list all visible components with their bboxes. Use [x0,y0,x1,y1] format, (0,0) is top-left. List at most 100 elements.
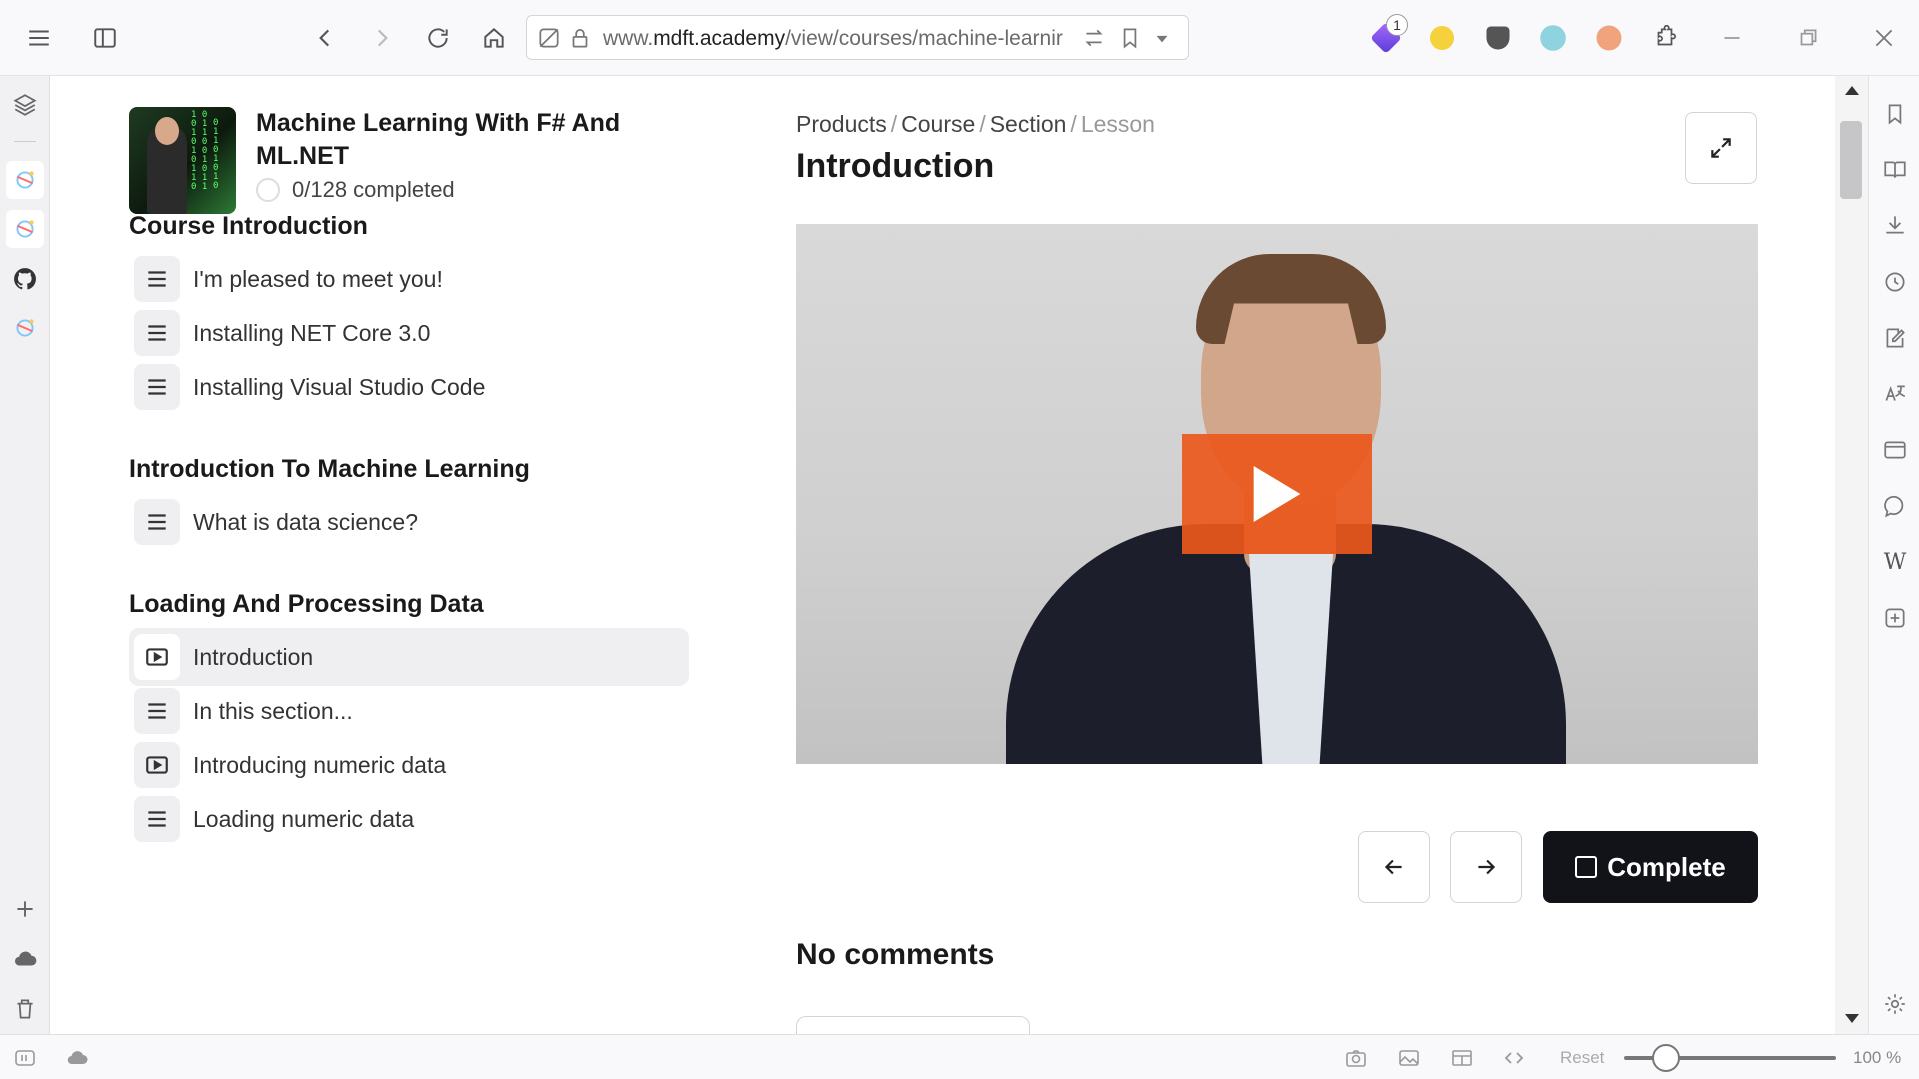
lesson-item[interactable]: Installing NET Core 3.0 [129,304,689,362]
course-header: 1 00 11 10 01 00 11 01 10 1 01101010 Mac… [129,107,649,217]
image-icon[interactable] [1396,1046,1422,1070]
github-icon[interactable] [6,260,44,298]
comments-heading: No comments [796,938,995,971]
address-bar[interactable]: www.mdft.academy/view/courses/machine-le… [526,15,1189,60]
lesson-label: Loading numeric data [193,805,415,832]
course-title: Machine Learning With F# And ML.NET [256,109,621,170]
sync-cloud-icon[interactable] [64,1046,90,1070]
tracking-off-icon[interactable] [536,25,562,51]
zoom-slider-handle[interactable] [1652,1044,1680,1072]
trash-icon[interactable] [6,990,44,1028]
layers-icon[interactable] [6,86,44,124]
scroll-down-icon[interactable] [1845,1014,1859,1023]
course-thumbnail[interactable]: 1 00 11 10 01 00 11 01 10 1 01101010 [129,107,236,214]
swap-icon[interactable] [1081,25,1107,51]
browser-statusbar: Reset 100 % [0,1034,1919,1079]
download-icon[interactable] [1879,209,1911,241]
breadcrumb-current: Lesson [1080,111,1155,137]
page-content: 1 00 11 10 01 00 11 01 10 1 01101010 Mac… [51,76,1835,1034]
text-lines-icon [134,688,180,734]
lesson-item[interactable]: Loading numeric data [129,790,689,848]
lesson-item-active[interactable]: Introduction [129,628,689,686]
site-shortcut-icon[interactable] [6,210,44,248]
arrow-left-icon [1384,859,1402,875]
lesson-item[interactable]: In this section... [129,682,689,740]
page-scrollbar[interactable] [1835,76,1868,1034]
text-lines-icon [134,796,180,842]
forward-icon[interactable] [362,18,402,58]
extensions-puzzle-icon[interactable] [1645,18,1685,58]
breadcrumb-separator: / [1070,111,1077,137]
expand-button[interactable] [1685,112,1757,184]
panel-icon[interactable] [12,1046,38,1070]
bookmark-icon[interactable] [1117,25,1143,51]
code-icon[interactable] [1501,1046,1527,1070]
zoom-level: 100 % [1853,1048,1902,1067]
chat-icon[interactable] [1879,490,1911,522]
next-lesson-button[interactable] [1450,831,1522,903]
complete-button[interactable]: Complete [1543,831,1758,903]
breadcrumb-link[interactable]: Course [901,111,975,137]
lesson-label: In this section... [193,697,353,724]
panel-toggle-icon[interactable] [85,18,125,58]
shield-extension-icon[interactable] [1486,26,1510,50]
dropdown-icon[interactable] [1149,25,1175,51]
lesson-label: Installing NET Core 3.0 [193,319,431,346]
bookmarks-icon[interactable] [1879,98,1911,130]
lesson-item[interactable]: I'm pleased to meet you! [129,250,689,308]
settings-icon[interactable] [1879,988,1911,1020]
progress-text: 0/128 completed [292,177,455,202]
zoom-reset-button[interactable]: Reset [1560,1048,1604,1068]
video-player[interactable] [796,224,1758,764]
left-sidebar-rail [0,76,50,1034]
url-text[interactable]: www.mdft.academy/view/courses/machine-le… [603,27,1073,51]
lesson-item[interactable]: Introducing numeric data [129,736,689,794]
scroll-up-icon[interactable] [1845,86,1859,95]
add-icon[interactable] [6,890,44,928]
menu-icon[interactable] [19,18,59,58]
section-title: Course Introduction [129,212,368,240]
window-icon[interactable] [1879,434,1911,466]
site-shortcut-icon[interactable] [6,309,44,347]
add-panel-icon[interactable] [1879,602,1911,634]
text-lines-icon [134,310,180,356]
lesson-item[interactable]: What is data science? [129,493,689,551]
reader-icon[interactable] [1879,154,1911,186]
previous-lesson-button[interactable] [1358,831,1430,903]
play-button[interactable] [1182,434,1372,554]
camera-icon[interactable] [1343,1046,1369,1070]
back-icon[interactable] [305,18,345,58]
layout-icon[interactable] [1449,1046,1475,1070]
lock-icon[interactable] [567,25,593,51]
browser-toolbar: www.mdft.academy/view/courses/machine-le… [0,0,1919,76]
expand-icon [1711,138,1731,158]
breadcrumb-link[interactable]: Section [990,111,1067,137]
scrollbar-thumb[interactable] [1840,121,1862,199]
notes-icon[interactable] [1879,322,1911,354]
lesson-title: Introduction [796,147,995,185]
site-shortcut-icon[interactable] [6,161,44,199]
comment-input[interactable] [796,1016,1030,1034]
cloud-icon[interactable] [6,940,44,978]
restore-icon[interactable] [1788,18,1828,58]
reload-icon[interactable] [418,18,458,58]
wikipedia-icon[interactable]: W [1879,546,1911,578]
minimize-icon[interactable] [1712,18,1752,58]
breadcrumb: Products / Course / Section / Lesson [796,111,1155,138]
checkbox-icon [1575,856,1598,878]
translate-icon[interactable] [1879,378,1911,410]
history-icon[interactable] [1879,266,1911,298]
complete-label: Complete [1607,851,1726,882]
close-icon[interactable] [1864,18,1904,58]
extension-yellow-icon[interactable] [1430,26,1454,50]
breadcrumb-separator: / [890,111,898,137]
extension-teal-icon[interactable] [1540,25,1566,51]
breadcrumb-link[interactable]: Products [796,111,887,137]
progress-ring-icon [256,178,280,202]
extension-avatar-icon[interactable] [1596,25,1622,51]
breadcrumb-separator: / [979,111,986,137]
lesson-item[interactable]: Installing Visual Studio Code [129,358,689,416]
extension-badge: 1 [1386,14,1408,36]
home-icon[interactable] [474,18,514,58]
text-lines-icon [134,256,180,302]
